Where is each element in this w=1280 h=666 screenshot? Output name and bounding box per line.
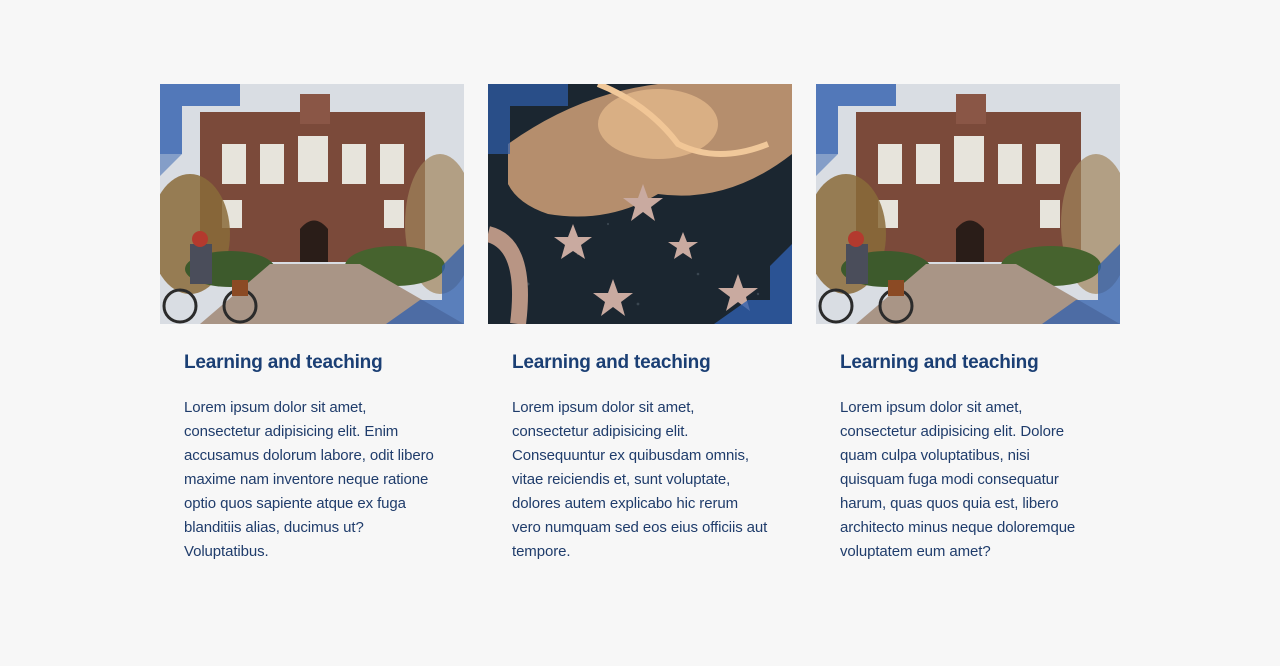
card[interactable]: Learning and teaching Lorem ipsum dolor … <box>816 84 1120 564</box>
card-body: Learning and teaching Lorem ipsum dolor … <box>816 324 1120 564</box>
card[interactable]: Learning and teaching Lorem ipsum dolor … <box>160 84 464 564</box>
emblem-image[interactable] <box>488 84 792 324</box>
card[interactable]: Learning and teaching Lorem ipsum dolor … <box>488 84 792 564</box>
card-list: Learning and teaching Lorem ipsum dolor … <box>160 84 1120 564</box>
card-description: Lorem ipsum dolor sit amet, consectetur … <box>512 399 768 560</box>
card-title[interactable]: Learning and teaching <box>512 350 768 376</box>
campus-building-photo-icon <box>160 84 464 324</box>
card-description: Lorem ipsum dolor sit amet, consectetur … <box>184 399 434 560</box>
card-title[interactable]: Learning and teaching <box>840 350 1096 376</box>
card-body: Learning and teaching Lorem ipsum dolor … <box>160 324 464 564</box>
card-description: Lorem ipsum dolor sit amet, consectetur … <box>840 399 1076 560</box>
campus-building-image[interactable] <box>816 84 1120 324</box>
card-title[interactable]: Learning and teaching <box>184 350 440 376</box>
campus-building-photo-icon <box>816 84 1120 324</box>
card-body: Learning and teaching Lorem ipsum dolor … <box>488 324 792 564</box>
eagle-stars-emblem-photo-icon <box>488 84 792 324</box>
campus-building-image[interactable] <box>160 84 464 324</box>
